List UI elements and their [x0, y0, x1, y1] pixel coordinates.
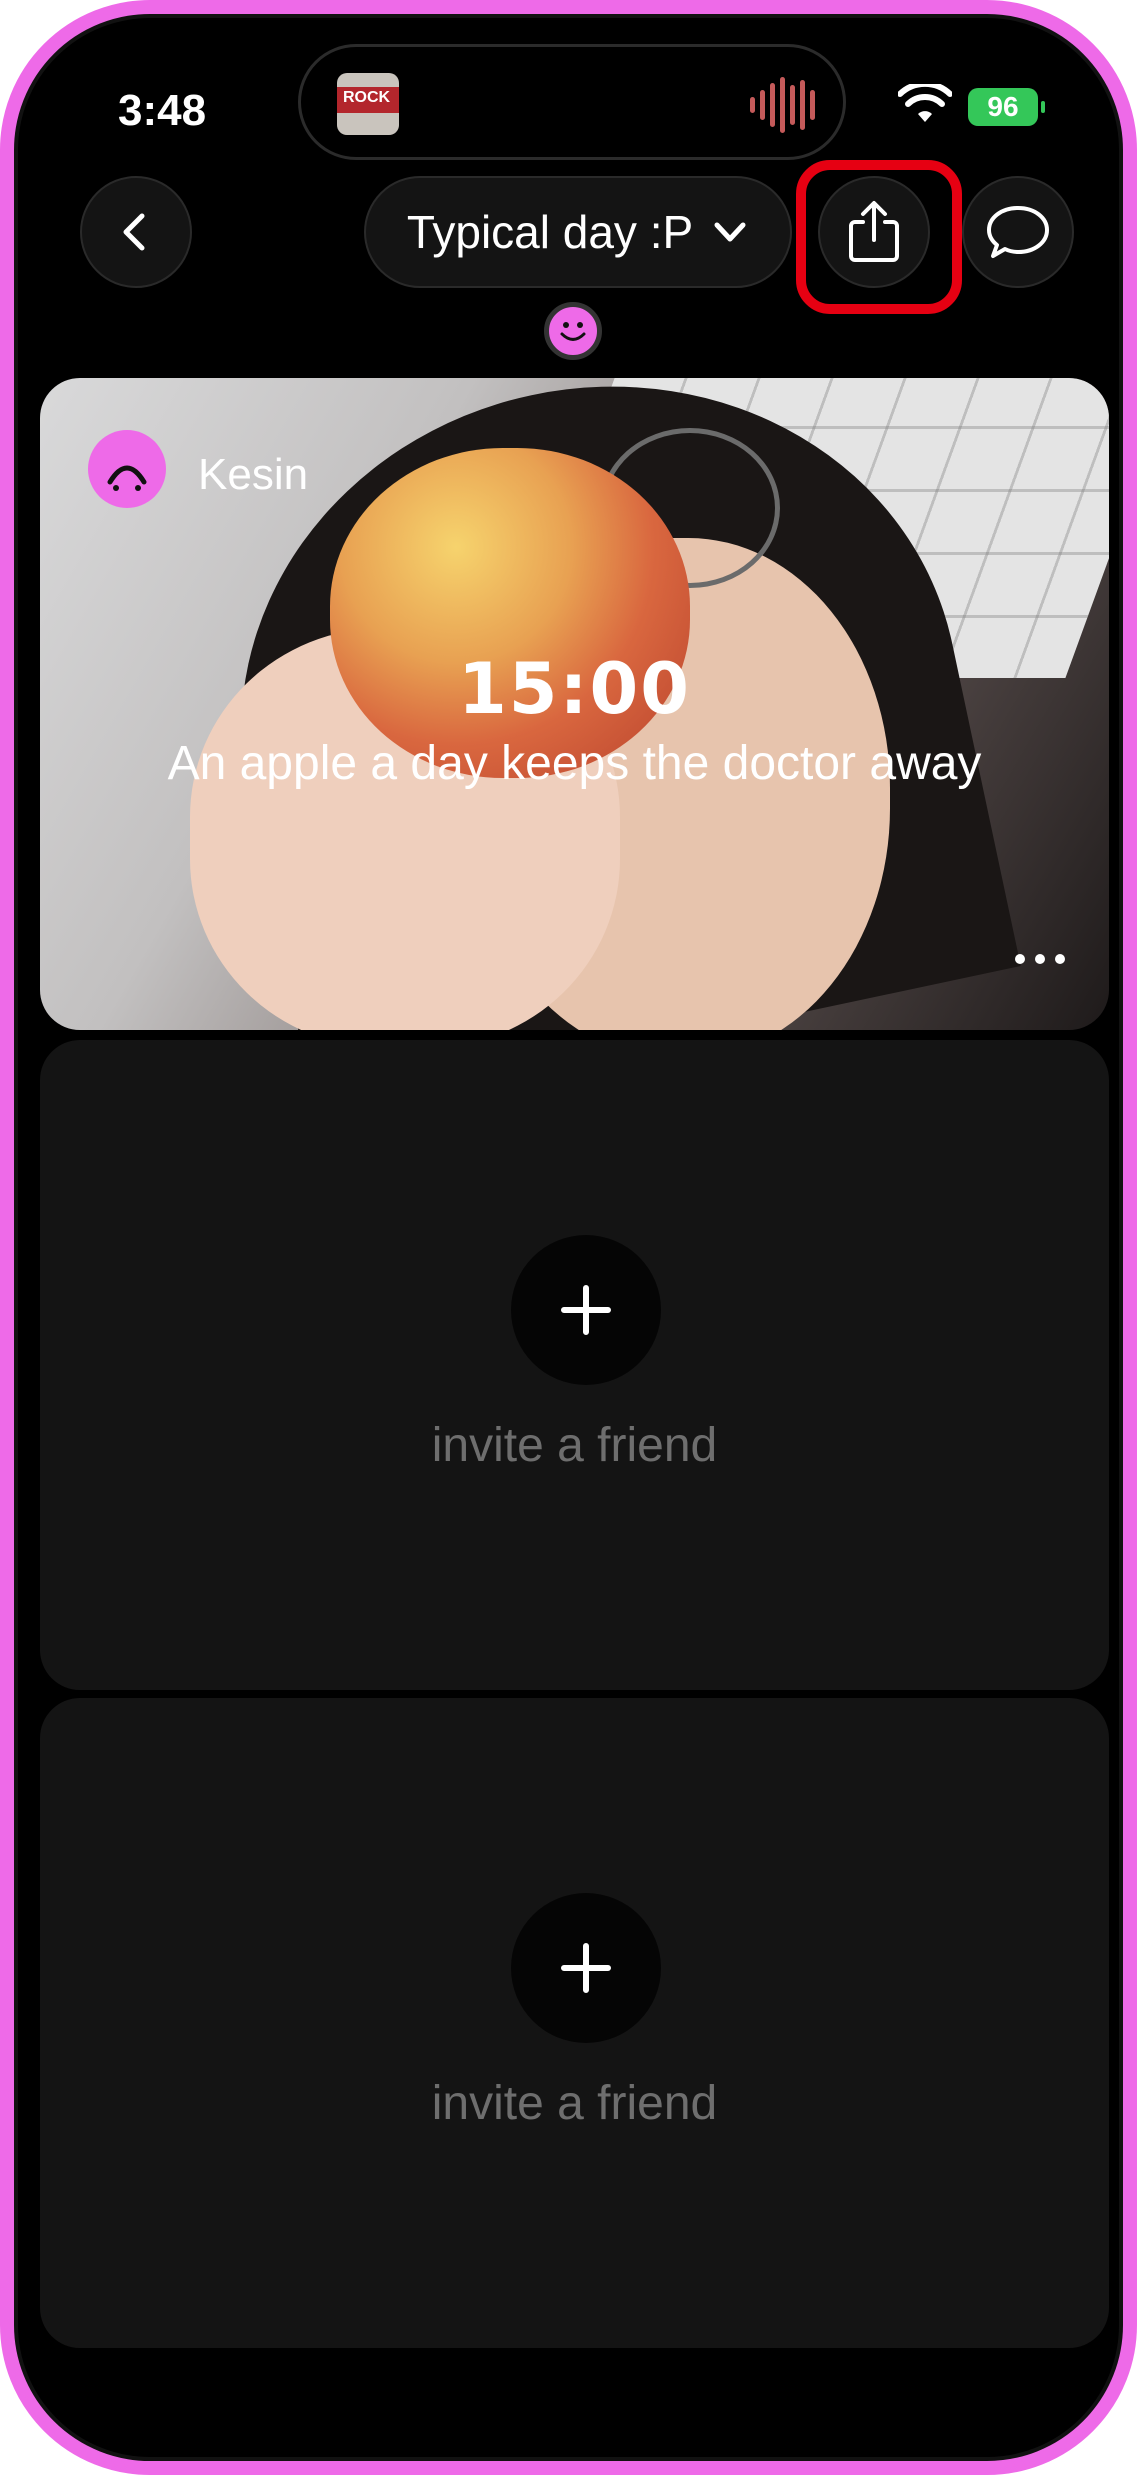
status-time: 3:48 [118, 86, 207, 135]
post-time: 15:00 [458, 648, 691, 730]
screen: 3:48 ROCK 96 Typical day:P Kesin 15:00 … [14, 14, 1123, 2461]
battery-indicator: 96 [968, 88, 1045, 126]
plus-icon [561, 1285, 611, 1335]
phone-frame: 3:48 ROCK 96 Typical day:P Kesin 15:00 … [0, 0, 1137, 2475]
poster-name[interactable]: Kesin [198, 450, 308, 500]
invite-label: invite a friend [431, 2077, 718, 2130]
chat-bubble-icon [987, 206, 1049, 258]
plus-icon [561, 1943, 611, 1993]
battery-level: 96 [987, 91, 1019, 122]
invite-slot[interactable]: invite a friend [40, 1040, 1109, 1690]
chat-button[interactable] [962, 176, 1074, 288]
chevron-left-icon [123, 213, 145, 251]
dynamic-island[interactable]: ROCK [298, 44, 846, 160]
post-caption: An apple a day keeps the doctor away [167, 737, 982, 790]
wifi-icon [898, 84, 952, 122]
back-button[interactable] [80, 176, 192, 288]
smiley-face-icon [560, 322, 586, 341]
title-dropdown[interactable]: Typical day :P [364, 176, 792, 288]
invite-slot[interactable]: invite a friend [40, 1698, 1109, 2348]
user-smiley-avatar[interactable] [544, 302, 602, 360]
album-art-text: ROCK [343, 89, 391, 106]
page-title: Typical day :P [406, 206, 694, 258]
upside-down-face-icon [107, 465, 147, 491]
invite-add-button[interactable] [511, 1893, 661, 2043]
audio-waveform-icon [750, 77, 815, 133]
share-button-highlight [796, 160, 962, 314]
invite-add-button[interactable] [511, 1235, 661, 1385]
post-card[interactable]: Kesin 15:00 An apple a day keeps the doc… [40, 378, 1109, 1030]
more-options-icon[interactable] [1015, 954, 1065, 964]
poster-avatar[interactable] [88, 430, 166, 508]
now-playing-album-art[interactable]: ROCK [337, 73, 399, 135]
invite-label: invite a friend [431, 1419, 718, 1472]
chevron-down-icon [714, 222, 746, 242]
